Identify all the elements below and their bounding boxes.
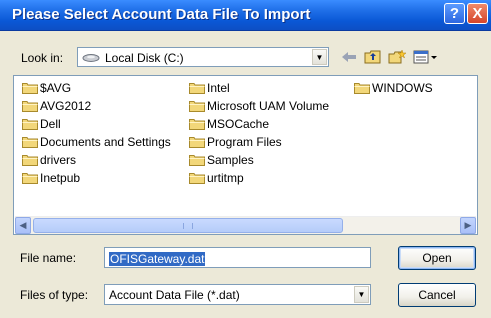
list-item-label: WINDOWS <box>372 81 433 95</box>
scroll-thumb[interactable] <box>33 218 343 233</box>
view-menu-icon[interactable] <box>412 47 440 67</box>
folder-icon <box>189 118 205 130</box>
list-item-label: Dell <box>40 117 61 131</box>
folder-icon <box>22 100 38 112</box>
chevron-down-icon[interactable]: ▼ <box>354 286 369 303</box>
list-item-label: Microsoft UAM Volume <box>207 99 330 113</box>
list-item-label: Documents and Settings <box>40 135 171 149</box>
look-in-value: Local Disk (C:) <box>105 51 184 65</box>
folder-icon <box>189 82 205 94</box>
folder-icon <box>354 82 370 94</box>
list-item[interactable]: Documents and Settings <box>22 134 171 150</box>
file-type-label: Files of type: <box>20 288 89 302</box>
folder-icon <box>22 154 38 166</box>
scroll-left-icon[interactable]: ◀ <box>15 217 31 234</box>
cancel-button[interactable]: Cancel <box>398 283 476 307</box>
list-item[interactable]: drivers <box>22 152 76 168</box>
title-bar[interactable]: Please Select Account Data File To Impor… <box>0 0 491 31</box>
folder-icon <box>189 136 205 148</box>
close-button[interactable]: X <box>467 3 488 24</box>
scroll-right-icon[interactable]: ▶ <box>460 217 476 234</box>
folder-icon <box>189 100 205 112</box>
list-item-label: $AVG <box>40 81 72 95</box>
look-in-label: Look in: <box>21 51 64 65</box>
file-dialog: Please Select Account Data File To Impor… <box>0 0 491 318</box>
folder-icon <box>22 118 38 130</box>
back-arrow-icon[interactable] <box>338 47 360 67</box>
horizontal-scrollbar[interactable]: ◀ ▶ <box>15 216 476 234</box>
folder-icon <box>22 82 38 94</box>
list-item-label: Samples <box>207 153 254 167</box>
new-folder-icon[interactable] <box>386 47 408 67</box>
list-item[interactable]: MSOCache <box>189 116 269 132</box>
chevron-down-icon[interactable]: ▼ <box>312 49 327 65</box>
list-item[interactable]: Microsoft UAM Volume <box>189 98 329 114</box>
file-list[interactable]: $AVG AVG2012 Dell Documents and Settings dri… <box>13 75 478 235</box>
folder-icon <box>22 136 38 148</box>
list-item-label: Program Files <box>207 135 282 149</box>
list-item-label: urtitmp <box>207 171 244 185</box>
list-item-label: drivers <box>40 153 77 167</box>
file-name-input[interactable]: OFISGateway.dat <box>104 247 371 268</box>
file-name-value: OFISGateway.dat <box>109 252 206 266</box>
list-item-label: AVG2012 <box>40 99 92 113</box>
list-item[interactable]: $AVG <box>22 80 71 96</box>
list-item[interactable]: Samples <box>189 152 254 168</box>
list-item[interactable]: Program Files <box>189 134 282 150</box>
file-type-value: Account Data File (*.dat) <box>109 288 240 302</box>
drive-icon <box>82 52 100 62</box>
list-item[interactable]: urtitmp <box>189 170 244 186</box>
help-button[interactable]: ? <box>444 3 465 24</box>
folder-icon <box>189 172 205 184</box>
file-type-dropdown[interactable]: Account Data File (*.dat) ▼ <box>104 284 371 305</box>
folder-icon <box>189 154 205 166</box>
up-folder-icon[interactable] <box>362 47 384 67</box>
list-item-label: Inetpub <box>40 171 81 185</box>
open-button[interactable]: Open <box>398 246 476 270</box>
folder-icon <box>22 172 38 184</box>
list-item-label: MSOCache <box>207 117 270 131</box>
list-item-label: Intel <box>207 81 230 95</box>
file-name-label: File name: <box>20 251 77 265</box>
dialog-title: Please Select Account Data File To Impor… <box>12 6 311 23</box>
list-item[interactable]: Inetpub <box>22 170 80 186</box>
look-in-dropdown[interactable]: Local Disk (C:) ▼ <box>77 47 329 67</box>
list-item[interactable]: AVG2012 <box>22 98 91 114</box>
list-item[interactable]: WINDOWS <box>354 80 433 96</box>
list-item[interactable]: Intel <box>189 80 230 96</box>
list-item[interactable]: Dell <box>22 116 61 132</box>
